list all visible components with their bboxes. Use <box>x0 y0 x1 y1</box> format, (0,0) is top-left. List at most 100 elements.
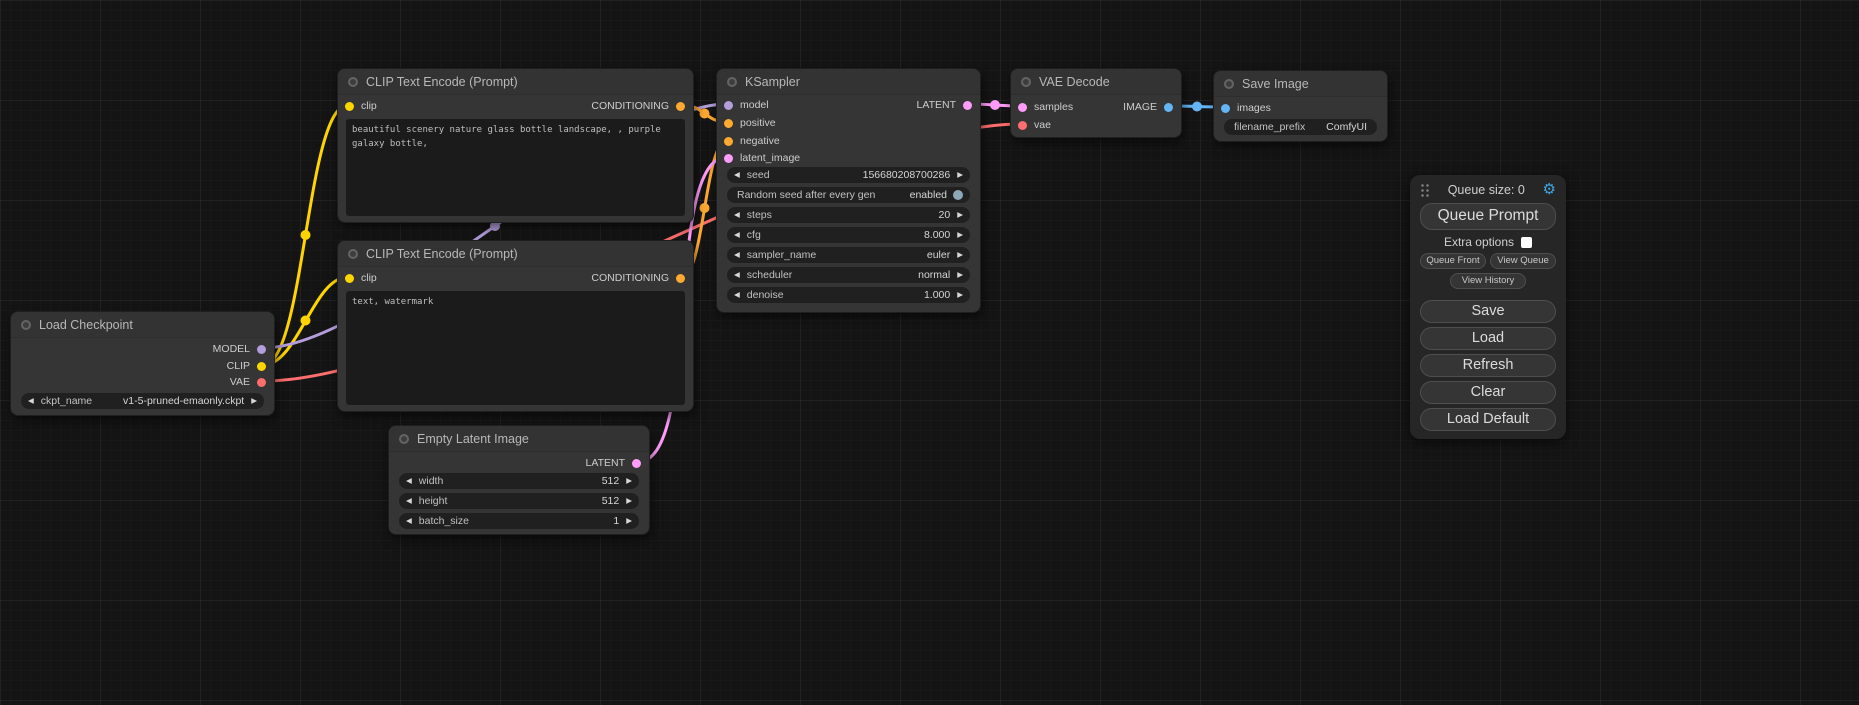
decrement-arrow-icon[interactable]: ◀ <box>406 517 412 525</box>
input-slot-clip[interactable]: clip <box>345 271 377 285</box>
decrement-arrow-icon[interactable]: ◀ <box>734 251 740 259</box>
slot-dot-clip[interactable] <box>345 102 354 111</box>
decrement-arrow-icon[interactable]: ◀ <box>734 171 740 179</box>
refresh-button[interactable]: Refresh <box>1420 354 1556 377</box>
decrement-arrow-icon[interactable]: ◀ <box>406 477 412 485</box>
node-load-checkpoint[interactable]: Load Checkpoint MODEL CLIP VAE ◀ ckpt_na… <box>10 311 275 416</box>
node-collapse-dot[interactable] <box>1224 79 1234 89</box>
increment-arrow-icon[interactable]: ▶ <box>957 231 963 239</box>
slot-dot-latent[interactable] <box>724 154 733 163</box>
slot-dot-conditioning[interactable] <box>724 119 733 128</box>
node-collapse-dot[interactable] <box>399 434 409 444</box>
node-title-bar[interactable]: Load Checkpoint <box>11 312 274 338</box>
decrement-arrow-icon[interactable]: ◀ <box>28 397 34 405</box>
widget-seed[interactable]: ◀ seed 156680208700286 ▶ <box>727 167 970 183</box>
node-vae-decode[interactable]: VAE Decode samples vae IMAGE <box>1010 68 1182 138</box>
output-slot-image[interactable]: IMAGE <box>1123 100 1173 114</box>
node-title-bar[interactable]: KSampler <box>717 69 980 95</box>
node-collapse-dot[interactable] <box>1021 77 1031 87</box>
load-default-button[interactable]: Load Default <box>1420 408 1556 431</box>
slot-dot-conditioning[interactable] <box>676 274 685 283</box>
slot-dot-model[interactable] <box>257 345 266 354</box>
prompt-textarea[interactable]: beautiful scenery nature glass bottle la… <box>346 119 685 216</box>
slot-dot-vae[interactable] <box>1018 121 1027 130</box>
load-button[interactable]: Load <box>1420 327 1556 350</box>
node-save-image[interactable]: Save Image images filename_prefix ComfyU… <box>1213 70 1388 142</box>
node-collapse-dot[interactable] <box>727 77 737 87</box>
decrement-arrow-icon[interactable]: ◀ <box>734 211 740 219</box>
node-title-bar[interactable]: CLIP Text Encode (Prompt) <box>338 241 693 267</box>
node-title-bar[interactable]: Empty Latent Image <box>389 426 649 452</box>
slot-dot-model[interactable] <box>724 101 733 110</box>
widget-batch-size[interactable]: ◀ batch_size 1 ▶ <box>399 513 639 529</box>
extra-options-checkbox[interactable] <box>1521 237 1532 248</box>
increment-arrow-icon[interactable]: ▶ <box>957 271 963 279</box>
input-slot-images[interactable]: images <box>1221 101 1271 115</box>
node-title-bar[interactable]: Save Image <box>1214 71 1387 97</box>
output-slot-conditioning[interactable]: CONDITIONING <box>591 271 685 285</box>
widget-filename-prefix[interactable]: filename_prefix ComfyUI <box>1224 119 1377 135</box>
view-history-button[interactable]: View History <box>1450 273 1526 289</box>
save-button[interactable]: Save <box>1420 300 1556 323</box>
input-slot-positive[interactable]: positive <box>724 116 776 130</box>
slot-dot-image[interactable] <box>1221 104 1230 113</box>
widget-denoise[interactable]: ◀ denoise 1.000 ▶ <box>727 287 970 303</box>
queue-front-button[interactable]: Queue Front <box>1420 253 1486 269</box>
input-slot-model[interactable]: model <box>724 98 769 112</box>
output-slot-conditioning[interactable]: CONDITIONING <box>591 99 685 113</box>
clear-button[interactable]: Clear <box>1420 381 1556 404</box>
input-slot-negative[interactable]: negative <box>724 134 780 148</box>
output-slot-clip[interactable]: CLIP <box>227 359 266 373</box>
slot-dot-latent[interactable] <box>632 459 641 468</box>
input-slot-latent-image[interactable]: latent_image <box>724 151 800 165</box>
input-slot-vae[interactable]: vae <box>1018 118 1051 132</box>
graph-canvas[interactable]: Load Checkpoint MODEL CLIP VAE ◀ ckpt_na… <box>0 0 1859 705</box>
slot-dot-conditioning[interactable] <box>724 137 733 146</box>
increment-arrow-icon[interactable]: ▶ <box>957 171 963 179</box>
widget-sampler-name[interactable]: ◀ sampler_name euler ▶ <box>727 247 970 263</box>
widget-width[interactable]: ◀ width 512 ▶ <box>399 473 639 489</box>
widget-height[interactable]: ◀ height 512 ▶ <box>399 493 639 509</box>
gear-icon[interactable]: ⚙ <box>1543 182 1556 197</box>
output-slot-latent[interactable]: LATENT <box>917 98 972 112</box>
widget-ckpt-name[interactable]: ◀ ckpt_name v1-5-pruned-emaonly.ckpt ▶ <box>21 393 264 409</box>
increment-arrow-icon[interactable]: ▶ <box>957 211 963 219</box>
node-collapse-dot[interactable] <box>348 249 358 259</box>
toggle-dot-icon[interactable] <box>953 190 963 200</box>
node-empty-latent-image[interactable]: Empty Latent Image LATENT ◀ width 512 ▶ … <box>388 425 650 535</box>
node-title-bar[interactable]: VAE Decode <box>1011 69 1181 95</box>
widget-scheduler[interactable]: ◀ scheduler normal ▶ <box>727 267 970 283</box>
widget-steps[interactable]: ◀ steps 20 ▶ <box>727 207 970 223</box>
increment-arrow-icon[interactable]: ▶ <box>626 517 632 525</box>
decrement-arrow-icon[interactable]: ◀ <box>406 497 412 505</box>
node-clip-text-encode-positive[interactable]: CLIP Text Encode (Prompt) clip CONDITION… <box>337 68 694 223</box>
node-ksampler[interactable]: KSampler model positive negative latent_… <box>716 68 981 313</box>
prompt-textarea[interactable]: text, watermark <box>346 291 685 405</box>
increment-arrow-icon[interactable]: ▶ <box>957 251 963 259</box>
drag-handle-icon[interactable] <box>1420 182 1430 197</box>
view-queue-button[interactable]: View Queue <box>1490 253 1556 269</box>
slot-dot-conditioning[interactable] <box>676 102 685 111</box>
output-slot-vae[interactable]: VAE <box>230 375 266 389</box>
increment-arrow-icon[interactable]: ▶ <box>957 291 963 299</box>
decrement-arrow-icon[interactable]: ◀ <box>734 271 740 279</box>
widget-cfg[interactable]: ◀ cfg 8.000 ▶ <box>727 227 970 243</box>
node-collapse-dot[interactable] <box>348 77 358 87</box>
slot-dot-image[interactable] <box>1164 103 1173 112</box>
input-slot-samples[interactable]: samples <box>1018 100 1073 114</box>
node-clip-text-encode-negative[interactable]: CLIP Text Encode (Prompt) clip CONDITION… <box>337 240 694 412</box>
slot-dot-vae[interactable] <box>257 378 266 387</box>
node-title-bar[interactable]: CLIP Text Encode (Prompt) <box>338 69 693 95</box>
output-slot-latent[interactable]: LATENT <box>586 456 641 470</box>
slot-dot-latent[interactable] <box>1018 103 1027 112</box>
increment-arrow-icon[interactable]: ▶ <box>251 397 257 405</box>
input-slot-clip[interactable]: clip <box>345 99 377 113</box>
decrement-arrow-icon[interactable]: ◀ <box>734 231 740 239</box>
decrement-arrow-icon[interactable]: ◀ <box>734 291 740 299</box>
node-collapse-dot[interactable] <box>21 320 31 330</box>
widget-random-seed[interactable]: Random seed after every gen enabled <box>727 187 970 203</box>
queue-prompt-button[interactable]: Queue Prompt <box>1420 203 1556 230</box>
slot-dot-clip[interactable] <box>257 362 266 371</box>
slot-dot-latent[interactable] <box>963 101 972 110</box>
slot-dot-clip[interactable] <box>345 274 354 283</box>
